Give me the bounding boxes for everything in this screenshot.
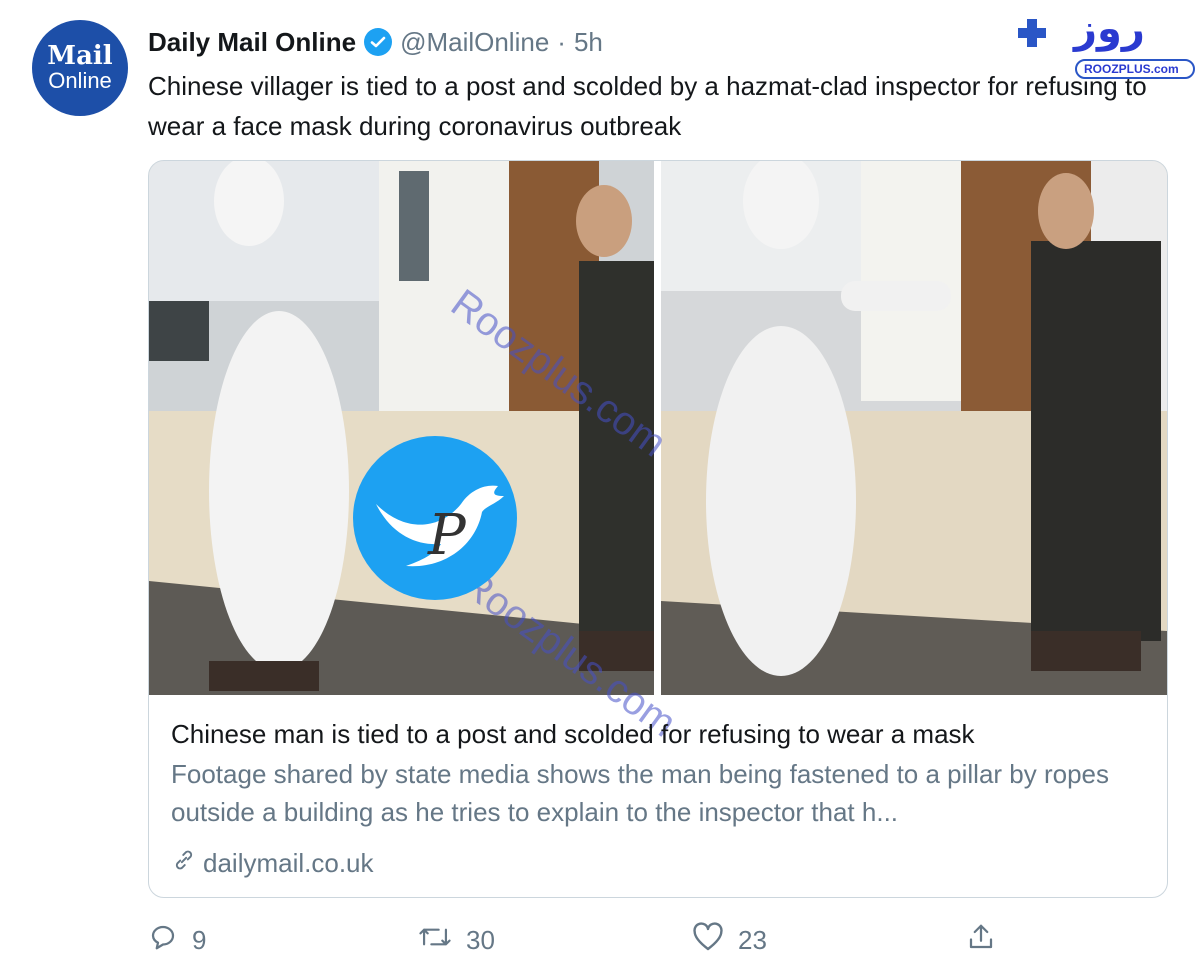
- card-domain-link[interactable]: dailymail.co.uk: [171, 847, 374, 880]
- share-icon: [966, 922, 996, 959]
- tweet-timestamp[interactable]: 5h: [574, 27, 603, 58]
- tweet-actions: 9 30 23: [148, 916, 1166, 964]
- like-button[interactable]: 23: [692, 922, 767, 959]
- tweet-header: Daily Mail Online @MailOnline · 5h: [148, 24, 603, 60]
- twitter-logo-watermark: P: [346, 434, 524, 602]
- logo-letter: P: [427, 503, 467, 568]
- card-body[interactable]: Chinese man is tied to a post and scolde…: [171, 717, 1151, 831]
- retweet-button[interactable]: 30: [418, 922, 495, 959]
- card-photo-right: [661, 161, 1167, 695]
- card-domain: dailymail.co.uk: [203, 848, 374, 878]
- account-handle[interactable]: @MailOnline: [400, 27, 549, 58]
- like-count: 23: [738, 925, 767, 955]
- reply-button[interactable]: 9: [148, 922, 206, 959]
- share-button[interactable]: [966, 922, 996, 959]
- avatar-text-mail: Mail: [47, 41, 113, 71]
- card-media[interactable]: Roozplus.com Roozplus.com: [149, 161, 1167, 746]
- roozplus-logo-text: روز: [1074, 6, 1145, 52]
- roozplus-logo-domain: ROOZPLUS.com: [1084, 62, 1179, 76]
- link-icon: [171, 847, 197, 880]
- verified-badge-icon: [364, 28, 393, 56]
- link-card[interactable]: Roozplus.com Roozplus.com Chinese man is…: [148, 160, 1168, 898]
- retweet-count: 30: [466, 925, 495, 955]
- roozplus-logo-watermark: روز ROOZPLUS.com: [1004, 4, 1196, 80]
- avatar-text-online: Online: [48, 68, 112, 93]
- card-description: Footage shared by state media shows the …: [171, 759, 1110, 827]
- retweet-icon: [418, 922, 452, 959]
- card-title: Chinese man is tied to a post and scolde…: [171, 719, 975, 749]
- reply-icon: [148, 922, 178, 959]
- reply-count: 9: [192, 925, 207, 955]
- header-separator: ·: [557, 26, 566, 57]
- heart-icon: [692, 922, 724, 959]
- card-photo-left: [149, 161, 654, 695]
- account-name[interactable]: Daily Mail Online: [148, 27, 356, 58]
- account-avatar[interactable]: Mail Online: [32, 20, 128, 116]
